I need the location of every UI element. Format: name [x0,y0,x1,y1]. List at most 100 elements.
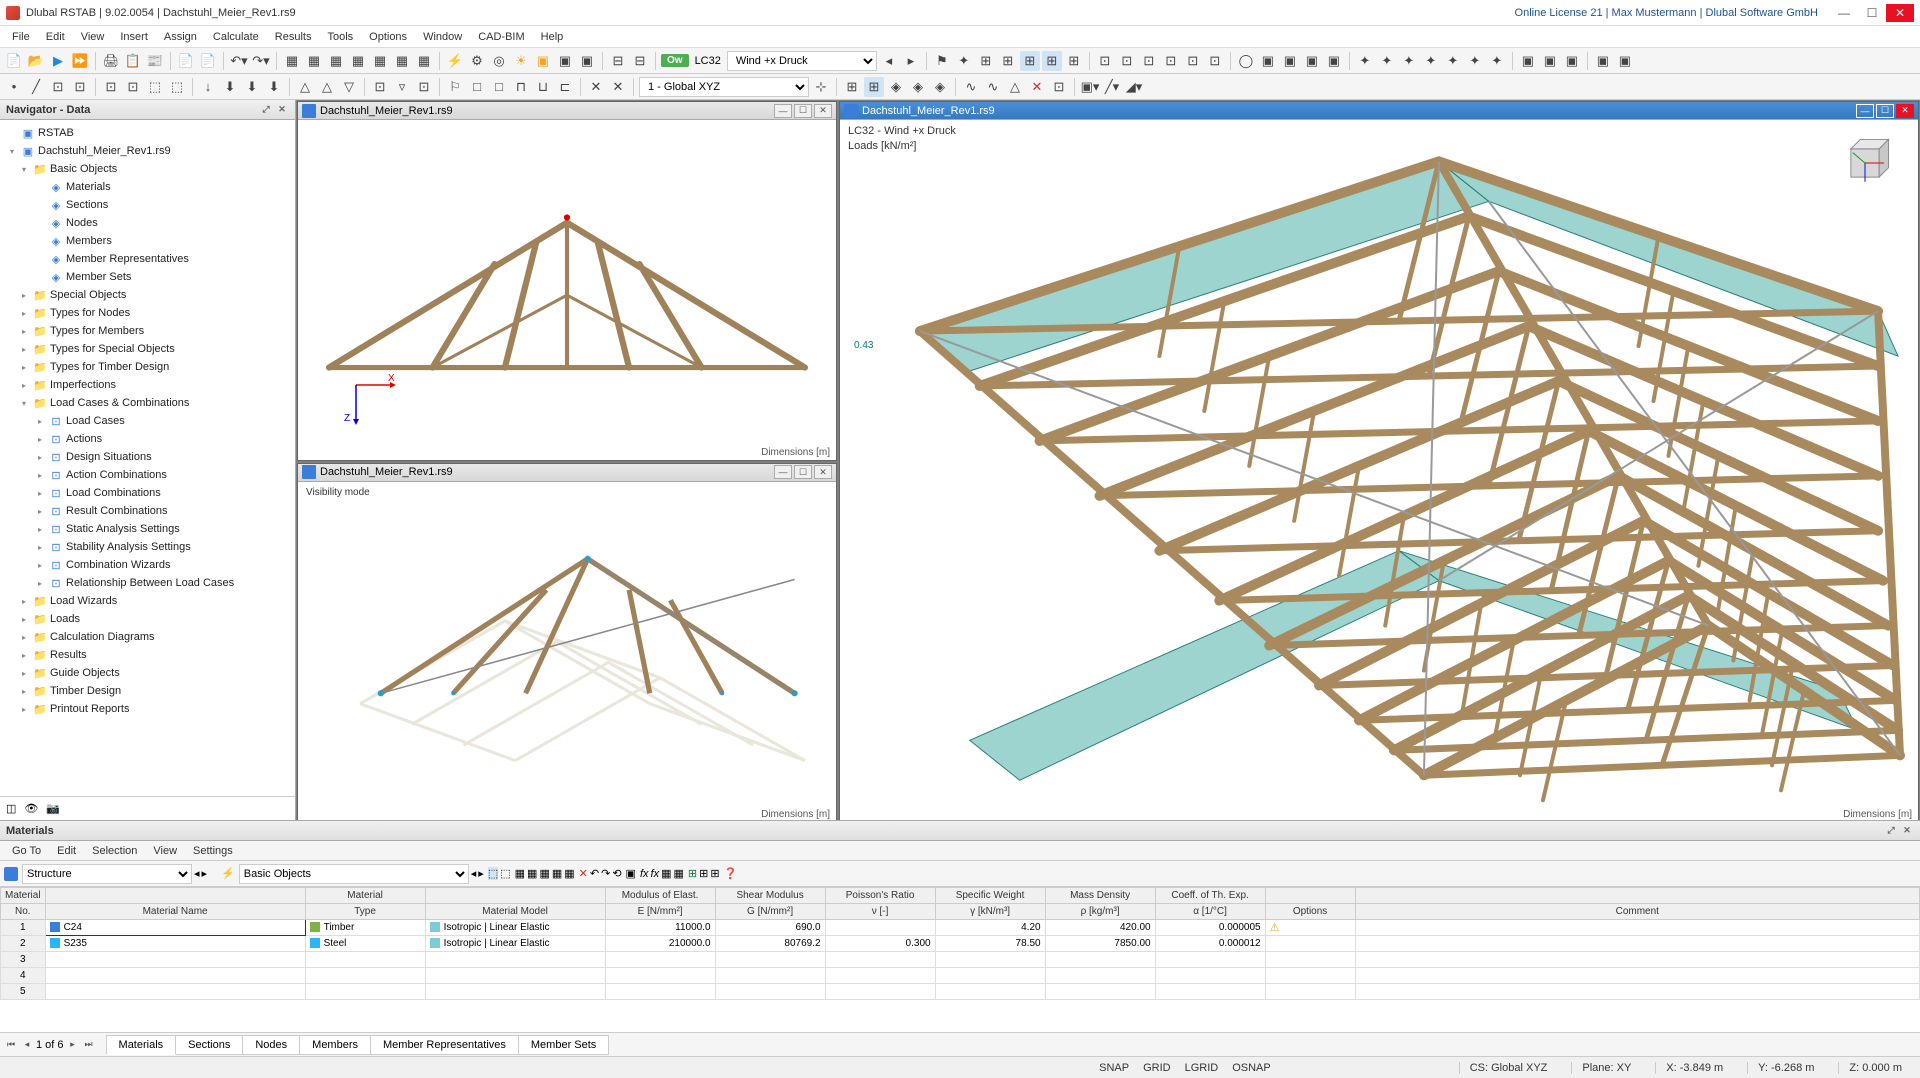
tree-imperfections[interactable]: ▸📁Imperfections [0,376,295,394]
tab-members[interactable]: Members [299,1035,371,1055]
window4-icon[interactable]: ▦ [348,51,368,71]
excel-icon[interactable]: ⊞ [688,867,697,880]
vp-max-icon[interactable]: ☐ [794,104,812,118]
t2b-icon[interactable]: ⊡ [70,77,90,97]
view2-icon[interactable]: ▣ [1540,51,1560,71]
load4-icon[interactable]: ⬇ [264,77,284,97]
mat-pin-icon[interactable]: ⤢ [1884,824,1898,838]
report-icon[interactable]: 📋 [123,51,143,71]
table-row[interactable]: 5 [1,984,1920,1000]
grid4-icon[interactable]: ◈ [908,77,928,97]
tree-action-combinations[interactable]: ▸⊡Action Combinations [0,466,295,484]
saveall-icon[interactable]: ⏩ [70,51,90,71]
view-cube[interactable] [1832,130,1898,196]
menu-options[interactable]: Options [361,28,415,46]
status-snap[interactable]: SNAP [1099,1062,1129,1074]
tree-member-sets[interactable]: ◈Member Sets [0,268,295,286]
viewport-iso-small[interactable]: Dachstuhl_Meier_Rev1.rs9 — ☐ ✕ Visibilit… [297,463,837,820]
tree-project[interactable]: ▾▣Dachstuhl_Meier_Rev1.rs9 [0,142,295,160]
tree-guide-objects[interactable]: ▸📁Guide Objects [0,664,295,682]
cube1-icon[interactable]: ▣ [1258,51,1278,71]
grid5-icon[interactable]: ◈ [930,77,950,97]
tree-types-for-nodes[interactable]: ▸📁Types for Nodes [0,304,295,322]
menu-edit[interactable]: Edit [38,28,73,46]
t2g-icon[interactable]: □ [489,77,509,97]
bo-prev-icon[interactable]: ◂ [471,867,477,880]
cube3-icon[interactable]: ▣ [1302,51,1322,71]
del-icon[interactable]: ✕ [1027,77,1047,97]
status-grid[interactable]: GRID [1143,1062,1171,1074]
mat-menu-selection[interactable]: Selection [84,842,145,860]
nav-next-icon[interactable]: ▸ [202,867,208,880]
snap1-icon[interactable]: ∿ [961,77,981,97]
filter4-icon[interactable]: ⊞ [998,51,1018,71]
tab-member-representatives[interactable]: Member Representatives [370,1035,519,1055]
sel4-icon[interactable]: ⬚ [167,77,187,97]
filter3-icon[interactable]: ⊞ [976,51,996,71]
vp-close-icon[interactable]: ✕ [814,465,832,479]
load3-icon[interactable]: ⬇ [242,77,262,97]
cog-icon[interactable]: ⚙ [467,51,487,71]
paste-icon[interactable]: 📄 [198,51,218,71]
table-row[interactable]: 2S235SteelIsotropic | Linear Elastic2100… [1,936,1920,952]
t3l-icon[interactable]: ▣ [626,867,636,880]
tree-results[interactable]: ▸📁Results [0,646,295,664]
cs-select[interactable]: 1 - Global XYZ [639,77,809,97]
menu-file[interactable]: File [4,28,38,46]
sun-icon[interactable]: ☀ [511,51,531,71]
cube2-icon[interactable]: ▣ [1280,51,1300,71]
cube4-icon[interactable]: ▣ [1324,51,1344,71]
tree-member-representatives[interactable]: ◈Member Representatives [0,250,295,268]
t3f-icon[interactable]: ▦ [552,867,562,880]
menu-cad-bim[interactable]: CAD-BIM [470,28,532,46]
vp-close-icon[interactable]: ✕ [1896,104,1914,118]
nav-data-icon[interactable]: ◫ [6,802,16,815]
menu-results[interactable]: Results [267,28,320,46]
view3-icon[interactable]: ▣ [1562,51,1582,71]
mat-menu-edit[interactable]: Edit [49,842,84,860]
t2k-icon[interactable]: ✕ [586,77,606,97]
tree-static-analysis-settings[interactable]: ▸⊡Static Analysis Settings [0,520,295,538]
sel1-icon[interactable]: ⊡ [101,77,121,97]
fx4-icon[interactable]: ▦ [673,867,683,880]
vp-max-icon[interactable]: ☐ [1876,104,1894,118]
table-row[interactable]: 4 [1,968,1920,984]
bo-next-icon[interactable]: ▸ [478,867,484,880]
t2n-icon[interactable]: ╱▾ [1102,77,1122,97]
t3j-icon[interactable]: ↷ [601,867,610,880]
calc-icon[interactable]: ◎ [489,51,509,71]
page-last-icon[interactable]: ⏭ [82,1038,96,1052]
prev-lc-icon[interactable]: ◂ [879,51,899,71]
materials-table-wrap[interactable]: MaterialMaterialModulus of Elast.Shear M… [0,887,1920,1032]
tree-stability-analysis-settings[interactable]: ▸⊡Stability Analysis Settings [0,538,295,556]
tree-load-wizards[interactable]: ▸📁Load Wizards [0,592,295,610]
basic-objects-select[interactable]: Basic Objects [239,864,469,884]
tree-relationship-between-load-cases[interactable]: ▸⊡Relationship Between Load Cases [0,574,295,592]
sup2-icon[interactable]: △ [317,77,337,97]
stack3-icon[interactable]: ▣ [577,51,597,71]
tree-members[interactable]: ◈Members [0,232,295,250]
viewport-front[interactable]: Dachstuhl_Meier_Rev1.rs9 — ☐ ✕ [297,101,837,461]
page-first-icon[interactable]: ⏮ [4,1038,18,1052]
export-icon[interactable]: ⊞ [710,867,719,880]
next-lc-icon[interactable]: ▸ [901,51,921,71]
axis6-icon[interactable]: ✦ [1465,51,1485,71]
grid2-icon[interactable]: ⊞ [864,77,884,97]
t3e-icon[interactable]: ▦ [539,867,549,880]
dim1-icon[interactable]: ⊟ [608,51,628,71]
cs1-icon[interactable]: ⊹ [811,77,831,97]
materials-table[interactable]: MaterialMaterialModulus of Elast.Shear M… [0,887,1920,1000]
t2o-icon[interactable]: ◢▾ [1124,77,1144,97]
sup3-icon[interactable]: ▽ [339,77,359,97]
tree-timber-design[interactable]: ▸📁Timber Design [0,682,295,700]
vp-min-icon[interactable]: — [774,465,792,479]
axis2-icon[interactable]: ✦ [1377,51,1397,71]
page-next-icon[interactable]: ▸ [66,1038,80,1052]
tree-nodes[interactable]: ◈Nodes [0,214,295,232]
menu-view[interactable]: View [73,28,113,46]
t3b-icon[interactable]: ⬚ [500,867,510,880]
tree-basic-objects[interactable]: ▾📁Basic Objects [0,160,295,178]
mat-menu-settings[interactable]: Settings [185,842,241,860]
lightning-icon[interactable]: ⚡ [445,51,465,71]
nav-prev-icon[interactable]: ◂ [194,867,200,880]
